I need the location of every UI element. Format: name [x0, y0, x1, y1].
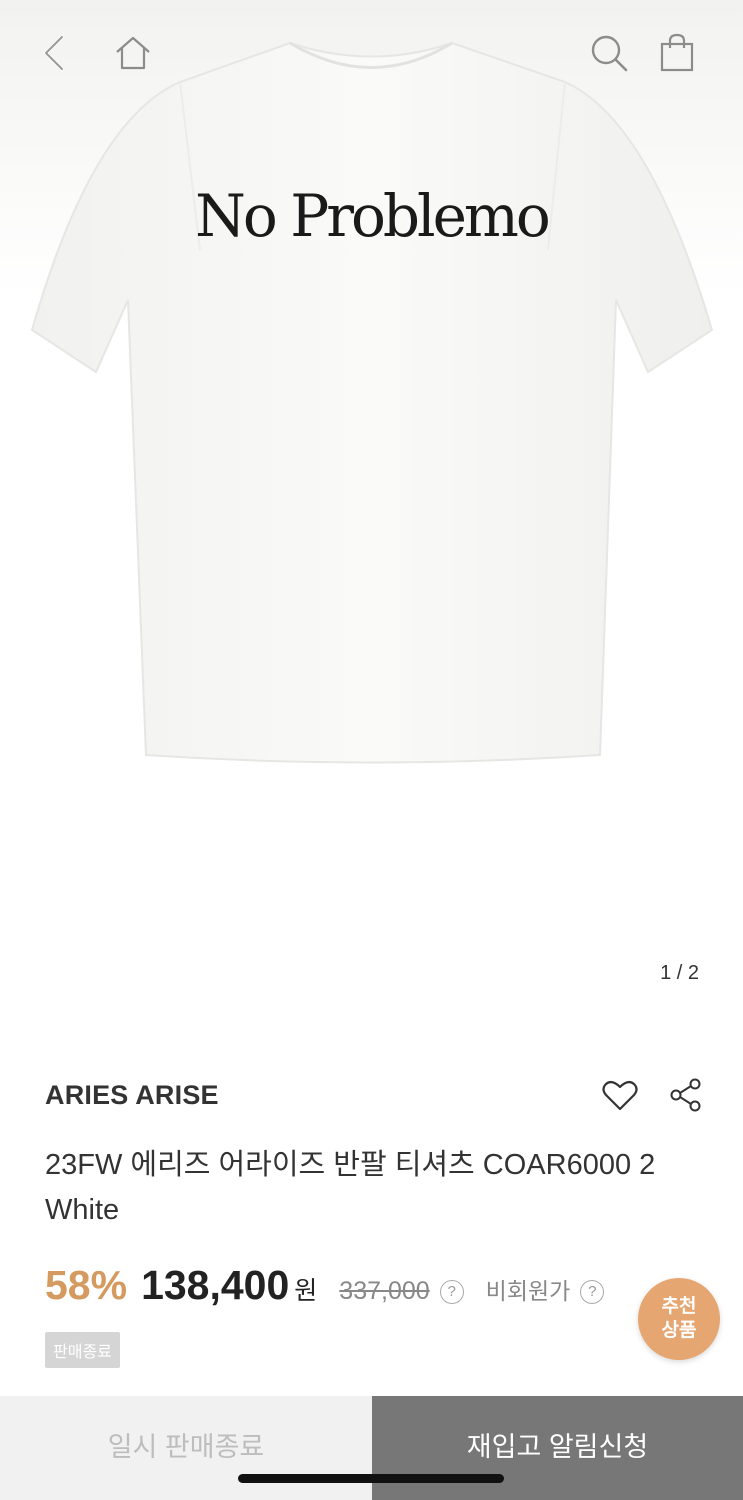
home-icon[interactable]	[108, 28, 158, 78]
bottom-action-bar: 일시 판매종료 재입고 알림신청	[0, 1396, 743, 1500]
original-price: 337,000	[339, 1277, 430, 1305]
product-image[interactable]: No Problemo 1 / 2	[0, 0, 743, 1020]
member-price-label[interactable]: 비회원가	[486, 1272, 571, 1306]
status-badge: 판매종료	[45, 1332, 120, 1368]
restock-notify-button[interactable]: 재입고 알림신청	[372, 1396, 743, 1500]
product-title: 23FW 에리즈 어라이즈 반팔 티셔츠 COAR6000 2 White	[45, 1149, 656, 1226]
image-pager: 1 / 2	[660, 962, 699, 984]
recommend-label-line1: 추천	[661, 1296, 697, 1317]
recommend-label-line2: 상품	[661, 1320, 697, 1341]
tshirt-image	[30, 41, 714, 764]
search-icon[interactable]	[584, 28, 634, 78]
back-icon[interactable]	[30, 28, 80, 78]
heart-icon[interactable]	[598, 1073, 642, 1117]
price-row: 58% 138,400 원 337,000 ? 비회원가 ?	[45, 1262, 605, 1312]
share-icon[interactable]	[664, 1073, 708, 1117]
discount-rate: 58%	[45, 1262, 128, 1308]
shopping-bag-icon[interactable]	[652, 28, 702, 78]
sale-price: 138,400	[141, 1262, 290, 1308]
tshirt-print-text: No Problemo	[195, 182, 551, 250]
brand-name[interactable]: ARIES ARISE	[45, 1080, 219, 1111]
home-indicator[interactable]	[238, 1474, 504, 1483]
currency-unit: 원	[294, 1277, 318, 1305]
soldout-button[interactable]: 일시 판매종료	[0, 1396, 372, 1500]
recommend-button[interactable]: 추천 상품	[638, 1278, 720, 1360]
member-price-help-icon[interactable]: ?	[580, 1279, 605, 1304]
price-help-icon[interactable]: ?	[439, 1279, 464, 1304]
